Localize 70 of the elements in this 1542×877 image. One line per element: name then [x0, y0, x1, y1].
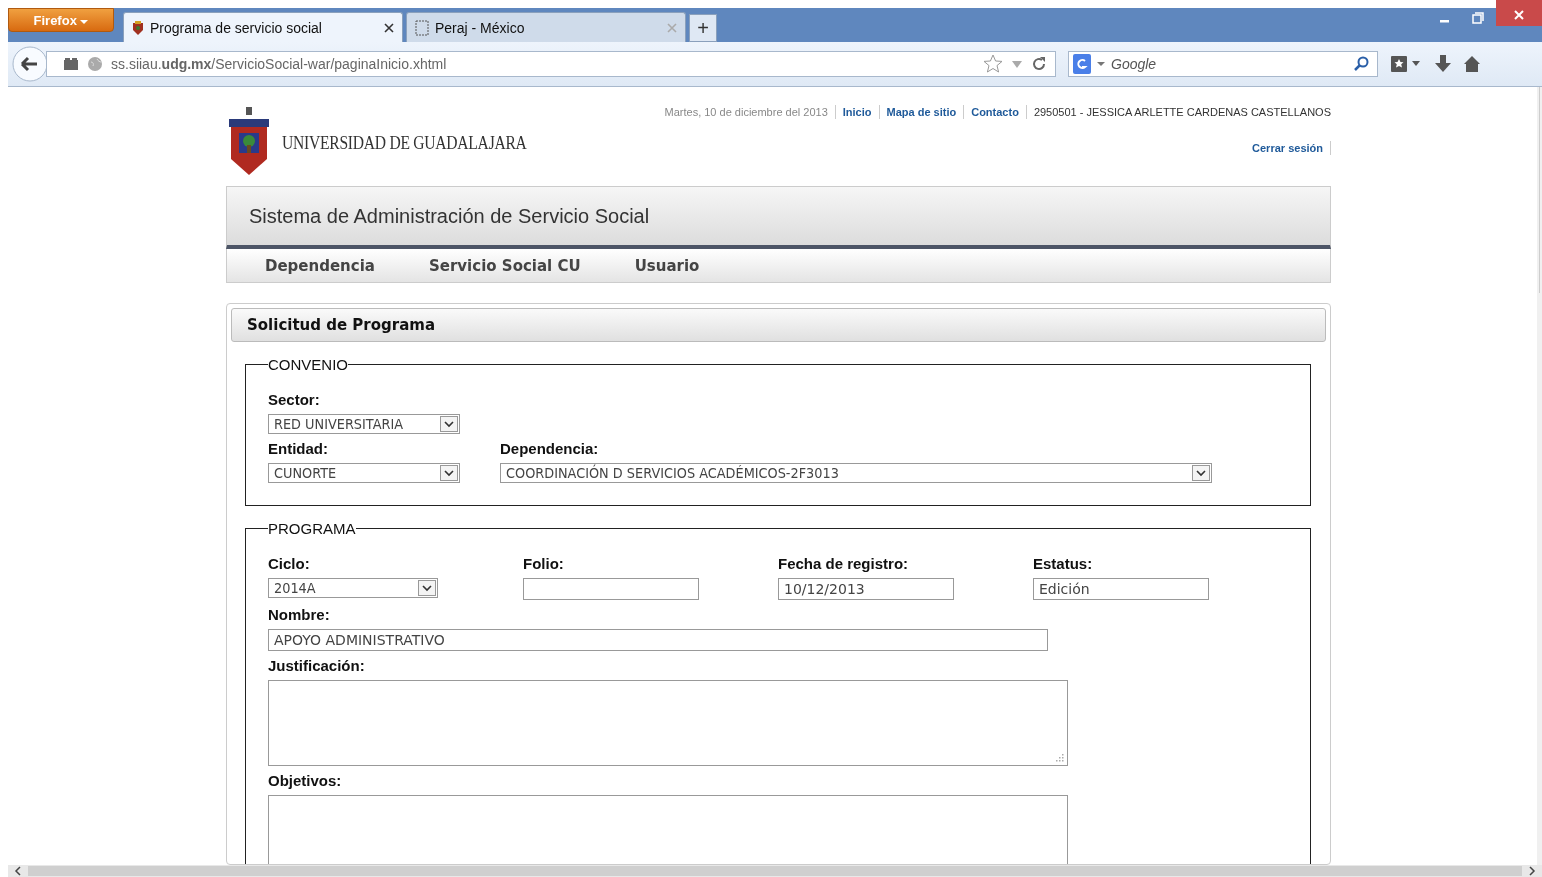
header-link[interactable]: Mapa de sitio: [886, 106, 957, 118]
caret-icon[interactable]: [440, 416, 458, 432]
tab-groups-icon[interactable]: [63, 57, 79, 71]
text-field[interactable]: Edición: [1033, 578, 1209, 600]
tab-title: Programa de servicio social: [150, 19, 323, 36]
scroll-right-icon[interactable]: [1528, 866, 1536, 876]
dropdown-value: RED UNIVERSITARIA: [274, 416, 404, 432]
dropdown-value: 2014A: [274, 580, 316, 596]
crest-logo-icon[interactable]: [226, 107, 272, 177]
field-label: Entidad:: [268, 440, 329, 457]
tab-title: Peraj - México: [435, 19, 526, 36]
dropdown-field[interactable]: 2014A: [268, 578, 438, 598]
blank-page-icon: [415, 19, 429, 36]
caret-icon[interactable]: [440, 465, 458, 481]
crest-icon: [132, 19, 144, 36]
star-icon[interactable]: [983, 54, 1003, 74]
field-label: Justificación:: [268, 657, 366, 674]
new-tab-button[interactable]: +: [689, 14, 717, 42]
dropdown-value: COORDINACIÓN D SERVICIOS ACADÉMICOS-2F3013: [506, 465, 839, 481]
address-bar[interactable]: ss.siiau.udg.mx/ServicioSocial-war/paginaInicio.xhtml: [46, 51, 1056, 77]
search-icon[interactable]: [1353, 56, 1369, 72]
field-label: Fecha de registro:: [778, 555, 910, 572]
download-arrow-icon[interactable]: [1434, 54, 1452, 74]
logout-link[interactable]: Cerrar sesión: [1252, 142, 1323, 154]
scroll-left-icon[interactable]: [14, 866, 22, 876]
bookmarks-icon[interactable]: [1390, 55, 1422, 73]
panel-title: Solicitud de Programa: [247, 316, 436, 334]
horizontal-scrollbar[interactable]: [8, 865, 1542, 877]
close-icon[interactable]: [384, 22, 394, 33]
search-placeholder: Google: [1111, 56, 1157, 72]
field-label: Sector:: [268, 391, 321, 408]
fieldset-legend: PROGRAMA: [268, 520, 356, 537]
current-date: Martes, 10 de diciembre del 2013: [664, 106, 828, 118]
resize-grip-icon[interactable]: [1054, 752, 1064, 762]
caret-icon[interactable]: [418, 580, 436, 596]
text-field[interactable]: APOYO ADMINISTRATIVO: [268, 629, 1048, 651]
text-field[interactable]: [523, 578, 699, 600]
user-name: 2950501 - JESSICA ARLETTE CARDENAS CASTELLANOS: [1033, 106, 1331, 118]
field-label: Dependencia:: [500, 440, 600, 457]
dropdown-field[interactable]: CUNORTE: [268, 463, 460, 483]
dropdown-field[interactable]: COORDINACIÓN D SERVICIOS ACADÉMICOS-2F3013: [500, 463, 1212, 483]
globe-icon: [87, 56, 103, 72]
home-icon[interactable]: [1464, 55, 1480, 73]
text-area[interactable]: [268, 680, 1068, 766]
text-field[interactable]: 10/12/2013: [778, 578, 954, 600]
field-label: Estatus:: [1033, 555, 1094, 572]
search-field[interactable]: Google: [1068, 51, 1378, 77]
dropdown-value: CUNORTE: [274, 465, 337, 481]
dropdown-icon[interactable]: [1097, 61, 1105, 67]
menu-item[interactable]: Servicio Social CU: [428, 256, 581, 275]
field-label: Ciclo:: [268, 555, 311, 572]
field-label: Objetivos:: [268, 772, 343, 789]
header-link[interactable]: Contacto: [971, 106, 1019, 118]
menu-item[interactable]: Dependencia: [265, 256, 375, 275]
reload-icon[interactable]: [1031, 56, 1047, 72]
app-title: Sistema de Administración de Servicio Social: [249, 204, 650, 228]
vertical-scrollbar[interactable]: [1537, 87, 1542, 865]
browser-tab[interactable]: Peraj - México: [406, 12, 686, 42]
field-label: Folio:: [523, 555, 565, 572]
dropdown-icon[interactable]: [80, 18, 89, 25]
header-link[interactable]: Inicio: [842, 106, 872, 118]
caret-icon[interactable]: [1192, 465, 1210, 481]
field-label: Nombre:: [268, 606, 331, 623]
browser-tab[interactable]: Programa de servicio social: [123, 12, 403, 42]
university-name: UNIVERSIDAD DE GUADALAJARA: [282, 132, 527, 154]
menu-item[interactable]: Usuario: [634, 256, 700, 275]
url-text: ss.siiau.udg.mx/ServicioSocial-war/paginaInicio.xhtml: [111, 56, 447, 72]
dropdown-field[interactable]: RED UNIVERSITARIA: [268, 414, 460, 434]
fieldset-legend: CONVENIO: [268, 356, 348, 373]
search-engine-icon[interactable]: [1073, 54, 1091, 74]
